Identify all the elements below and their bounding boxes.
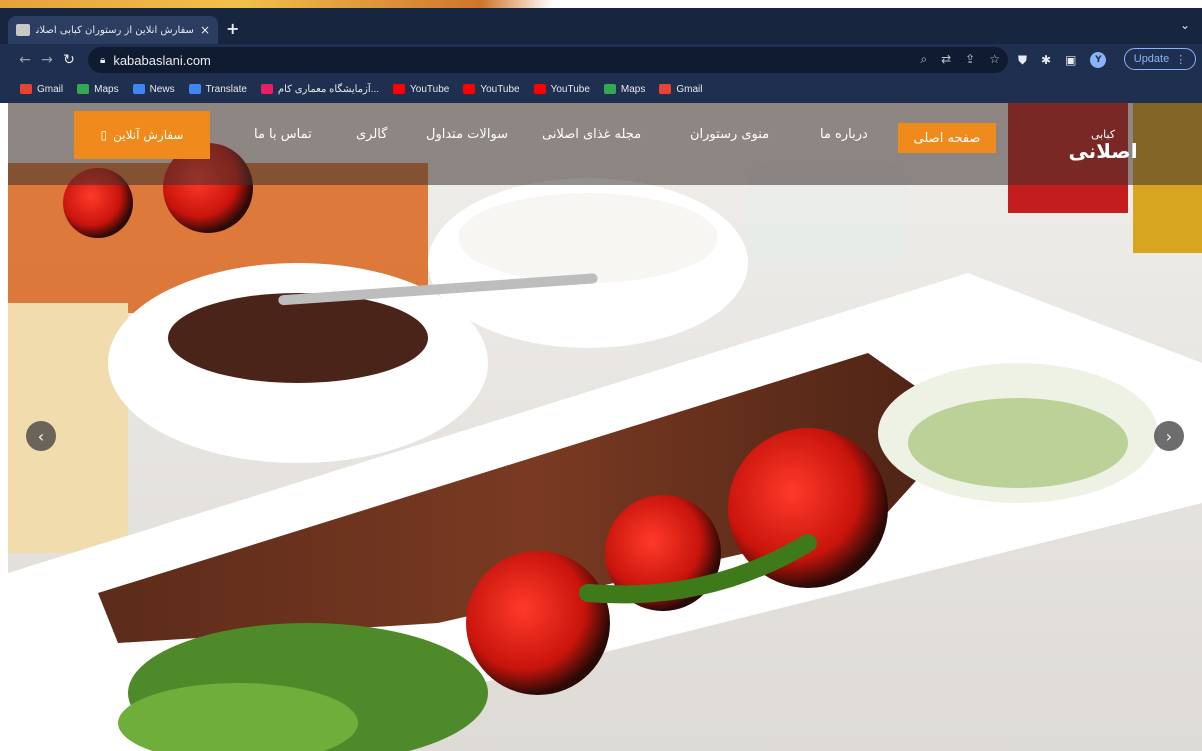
- site-navbar: سفارش آنلاین ▯ تماس با ما گالری سوالات م…: [8, 103, 1202, 185]
- bookmarks-bar: Gmail Maps News Translate آزمایشگاه معماری ک…: [0, 75, 1202, 103]
- order-label: سفارش آنلاین: [113, 128, 184, 142]
- bookmark-label: آزمایشگاه معماری کام...: [277, 83, 380, 95]
- bookmark-favicon-icon: [659, 84, 672, 94]
- bookmark-label: YouTube: [480, 83, 520, 95]
- browser-chrome: سفارش آنلاین از رستوران کبابی اصلانی × +…: [0, 8, 1202, 103]
- search-icon[interactable]: ⌕: [920, 52, 927, 67]
- tab-search-chevron-icon[interactable]: ⌄: [1180, 18, 1190, 32]
- bookmark-label: Gmail: [37, 83, 64, 95]
- bookmark-label: YouTube: [550, 83, 590, 95]
- bookmark-label: Maps: [620, 83, 646, 95]
- nav-contact[interactable]: تماس با ما: [254, 127, 312, 142]
- nav-home-button[interactable]: صفحه اصلی: [898, 123, 996, 153]
- online-order-button[interactable]: سفارش آنلاین ▯: [74, 111, 210, 159]
- bookmark-item[interactable]: News: [132, 83, 175, 95]
- bookmark-item[interactable]: YouTube: [463, 83, 520, 95]
- profile-avatar[interactable]: Y: [1090, 52, 1107, 68]
- shield-icon[interactable]: ⛊: [1018, 53, 1027, 68]
- bookmark-label: Gmail: [676, 83, 703, 95]
- slider-prev-arrow-icon[interactable]: ‹: [26, 421, 56, 451]
- bookmark-favicon-icon: [603, 84, 616, 94]
- url-text: kababaslani.com: [113, 52, 211, 68]
- tab-close-icon[interactable]: ×: [200, 23, 210, 37]
- back-arrow-icon[interactable]: ←: [14, 52, 36, 68]
- bookmark-item[interactable]: Gmail: [659, 84, 702, 95]
- bookmark-favicon-icon: [393, 84, 406, 94]
- bookmark-label: YouTube: [410, 83, 450, 95]
- logo-big-text: اصلانی: [1068, 138, 1138, 163]
- website-page: سفارش آنلاین ▯ تماس با ما گالری سوالات م…: [8, 103, 1202, 751]
- bookmark-label: News: [149, 83, 175, 95]
- tab-title: سفارش آنلاین از رستوران کبابی اصلانی: [36, 24, 194, 36]
- page-top-strip: [0, 0, 1202, 8]
- new-tab-button[interactable]: +: [226, 19, 239, 38]
- site-logo[interactable]: کبابی اصلانی: [1066, 111, 1140, 177]
- sidepanel-icon[interactable]: ▣: [1065, 53, 1076, 67]
- mobile-icon: ▯: [100, 128, 108, 142]
- browser-tab[interactable]: سفارش آنلاین از رستوران کبابی اصلانی ×: [8, 16, 218, 44]
- translate-icon[interactable]: ⇄: [941, 52, 951, 67]
- lock-icon: 🔒︎: [100, 54, 106, 66]
- nav-magazine[interactable]: مجله غذای اصلانی: [542, 127, 641, 142]
- bookmark-star-icon[interactable]: ☆: [989, 52, 1000, 67]
- nav-faq[interactable]: سوالات متداول: [426, 127, 508, 142]
- update-button[interactable]: Update ⋮: [1124, 48, 1196, 70]
- hero-food-image: [8, 103, 1202, 751]
- kebab-menu-icon: ⋮: [1175, 53, 1187, 66]
- reload-icon[interactable]: ↻: [58, 52, 80, 68]
- omnibox-icons: ⌕ ⇄ ⇪ ☆: [920, 52, 1000, 67]
- tab-bar: سفارش آنلاین از رستوران کبابی اصلانی × +…: [0, 8, 1202, 44]
- bookmark-item[interactable]: Gmail: [20, 84, 63, 95]
- bookmark-favicon-icon: [188, 84, 201, 94]
- bookmark-item[interactable]: YouTube: [533, 83, 590, 95]
- bookmark-favicon-icon: [260, 84, 273, 94]
- bookmark-favicon-icon: [132, 84, 145, 94]
- browser-toolbar: ← → ↻ 🔒︎ kababaslani.com ⌕ ⇄ ⇪ ☆ ⛊ ✱ ▣ Y…: [0, 44, 1202, 75]
- bookmark-favicon-icon: [463, 84, 476, 94]
- bookmark-label: Translate: [205, 83, 247, 95]
- extensions-puzzle-icon[interactable]: ✱: [1041, 53, 1051, 67]
- bookmark-label: Maps: [94, 83, 119, 95]
- bookmark-item[interactable]: YouTube: [393, 84, 449, 95]
- bookmark-favicon-icon: [533, 84, 546, 94]
- tab-favicon-icon: [16, 24, 30, 36]
- slider-next-arrow-icon[interactable]: ›: [1154, 421, 1184, 451]
- bookmark-favicon-icon: [20, 84, 32, 94]
- bookmark-favicon-icon: [77, 84, 90, 94]
- toolbar-right-icons: ⛊ ✱ ▣ Y: [1018, 52, 1107, 68]
- address-bar[interactable]: 🔒︎ kababaslani.com ⌕ ⇄ ⇪ ☆: [88, 47, 1008, 73]
- forward-arrow-icon[interactable]: →: [36, 52, 58, 68]
- bookmark-item[interactable]: آزمایشگاه معماری کام...: [260, 83, 380, 95]
- bookmark-item[interactable]: Maps: [77, 83, 119, 95]
- update-label: Update: [1133, 53, 1170, 65]
- nav-menu[interactable]: منوی رستوران: [690, 127, 769, 142]
- bookmark-item[interactable]: Maps: [603, 83, 646, 95]
- bookmark-item[interactable]: Translate: [188, 83, 247, 95]
- nav-about[interactable]: درباره ما: [820, 127, 868, 142]
- share-icon[interactable]: ⇪: [965, 52, 975, 67]
- nav-gallery[interactable]: گالری: [356, 127, 387, 142]
